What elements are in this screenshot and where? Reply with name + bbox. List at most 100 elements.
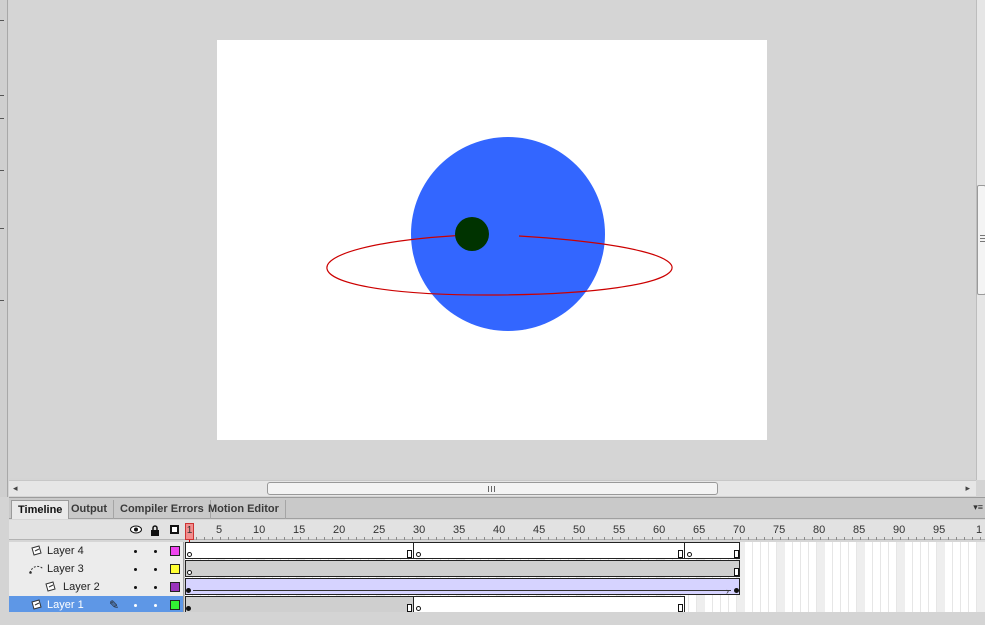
tab-motion-editor[interactable]: Motion Editor bbox=[202, 500, 286, 519]
end-frame bbox=[734, 550, 739, 558]
ruler-tick bbox=[236, 537, 237, 540]
ruler-tick bbox=[564, 537, 565, 540]
layer-row-2[interactable]: Layer 2 › bbox=[9, 578, 985, 596]
ruler-label: 15 bbox=[293, 524, 306, 536]
vertical-scrollbar-thumb[interactable] bbox=[977, 185, 985, 295]
ruler-tick bbox=[772, 537, 773, 540]
layer-color-swatch[interactable] bbox=[170, 564, 180, 574]
ruler-label: 60 bbox=[653, 524, 666, 536]
panel-menu-icon[interactable]: ▾≡ bbox=[973, 502, 983, 513]
ruler-tick bbox=[884, 537, 885, 540]
ruler-tick bbox=[780, 537, 781, 540]
ruler-tick bbox=[444, 537, 445, 540]
frame-track[interactable] bbox=[185, 560, 985, 578]
layer-color-swatch[interactable] bbox=[170, 600, 180, 610]
ruler-tick bbox=[980, 537, 981, 540]
layer-row-4[interactable]: Layer 4 bbox=[9, 542, 985, 560]
frame-ruler[interactable]: 5 10 15 20 25 30 35 40 45 50 55 60 65 70 75 80 85 90 95 1 bbox=[184, 520, 985, 540]
layer-icon bbox=[31, 545, 42, 556]
ruler-tick bbox=[348, 537, 349, 540]
tab-output[interactable]: Output bbox=[65, 500, 115, 519]
ruler-tick bbox=[372, 537, 373, 540]
layer-info[interactable]: Layer 2 bbox=[9, 578, 184, 596]
ruler-tick bbox=[260, 537, 261, 540]
ruler-tick bbox=[316, 537, 317, 540]
ruler-tick bbox=[292, 537, 293, 540]
ruler-tick bbox=[452, 537, 453, 540]
arrow-left-icon[interactable]: ◂ bbox=[13, 483, 18, 494]
eye-icon[interactable] bbox=[130, 525, 142, 537]
ruler-tick bbox=[228, 537, 229, 540]
tab-compiler-errors[interactable]: Compiler Errors bbox=[114, 500, 211, 519]
left-toolbar-strip bbox=[0, 0, 8, 497]
visibility-dot[interactable] bbox=[134, 550, 137, 553]
visibility-dot[interactable] bbox=[134, 586, 137, 589]
pencil-icon: ✎ bbox=[109, 598, 120, 612]
playhead[interactable]: 1 bbox=[185, 523, 194, 540]
ruler-tick bbox=[364, 537, 365, 540]
ruler-tick bbox=[956, 537, 957, 540]
layer-info[interactable]: Layer 3 bbox=[9, 560, 184, 578]
ruler-tick bbox=[396, 537, 397, 540]
horizontal-scrollbar-thumb[interactable] bbox=[267, 482, 718, 495]
visibility-dot[interactable] bbox=[134, 604, 137, 607]
frame-span bbox=[413, 542, 685, 559]
tab-timeline[interactable]: Timeline bbox=[11, 500, 70, 519]
arrow-right-icon[interactable]: ▸ bbox=[965, 483, 970, 494]
ruler-tick bbox=[740, 537, 741, 540]
ruler-label: 80 bbox=[813, 524, 826, 536]
ruler-tick bbox=[972, 537, 973, 540]
end-frame bbox=[407, 604, 412, 612]
lock-icon[interactable] bbox=[150, 525, 160, 539]
ruler-label: 35 bbox=[453, 524, 466, 536]
layer-name[interactable]: Layer 1 bbox=[47, 599, 84, 611]
ruler-tick bbox=[724, 537, 725, 540]
ruler-tick bbox=[580, 537, 581, 540]
planet-circle[interactable] bbox=[411, 137, 605, 331]
outline-icon[interactable] bbox=[170, 525, 179, 534]
ruler-label: 50 bbox=[573, 524, 586, 536]
ruler-tick bbox=[332, 537, 333, 540]
horizontal-scrollbar[interactable]: ◂ ▸ bbox=[9, 480, 976, 496]
ruler-tick bbox=[860, 537, 861, 540]
frame-track[interactable] bbox=[185, 542, 985, 560]
layer-name[interactable]: Layer 3 bbox=[47, 563, 84, 575]
moon-circle[interactable] bbox=[455, 217, 489, 251]
ruler-tick bbox=[276, 537, 277, 540]
lock-dot[interactable] bbox=[154, 586, 157, 589]
layer-name[interactable]: Layer 4 bbox=[47, 545, 84, 557]
ruler-tick bbox=[484, 537, 485, 540]
ruler-tick bbox=[660, 537, 661, 540]
ruler-label: 5 bbox=[216, 524, 223, 536]
ruler-tick bbox=[684, 537, 685, 540]
ruler-tick bbox=[732, 537, 733, 540]
ruler-label: 30 bbox=[413, 524, 426, 536]
vertical-scrollbar[interactable] bbox=[976, 0, 985, 480]
ruler-tick bbox=[532, 537, 533, 540]
visibility-dot[interactable] bbox=[134, 568, 137, 571]
layer-info[interactable]: Layer 4 bbox=[9, 542, 184, 560]
ruler-tick bbox=[252, 537, 253, 540]
layer-row-3[interactable]: Layer 3 bbox=[9, 560, 985, 578]
stage[interactable] bbox=[217, 40, 767, 440]
frame-span bbox=[185, 542, 414, 559]
ruler-tick bbox=[556, 537, 557, 540]
ruler-tick bbox=[796, 537, 797, 540]
motion-guide-icon bbox=[29, 565, 44, 574]
ruler-tick bbox=[204, 537, 205, 540]
ruler-tick bbox=[284, 537, 285, 540]
layer-color-swatch[interactable] bbox=[170, 582, 180, 592]
layer-color-swatch[interactable] bbox=[170, 546, 180, 556]
lock-dot[interactable] bbox=[154, 604, 157, 607]
ruler-tick bbox=[516, 537, 517, 540]
ruler-tick bbox=[916, 537, 917, 540]
ruler-tick bbox=[500, 537, 501, 540]
layer-name[interactable]: Layer 2 bbox=[63, 581, 100, 593]
ruler-tick bbox=[908, 537, 909, 540]
lock-dot[interactable] bbox=[154, 568, 157, 571]
motion-tween-span bbox=[185, 578, 740, 595]
ruler-tick bbox=[788, 537, 789, 540]
frame-track[interactable]: › bbox=[185, 578, 985, 596]
ruler-tick bbox=[324, 537, 325, 540]
lock-dot[interactable] bbox=[154, 550, 157, 553]
